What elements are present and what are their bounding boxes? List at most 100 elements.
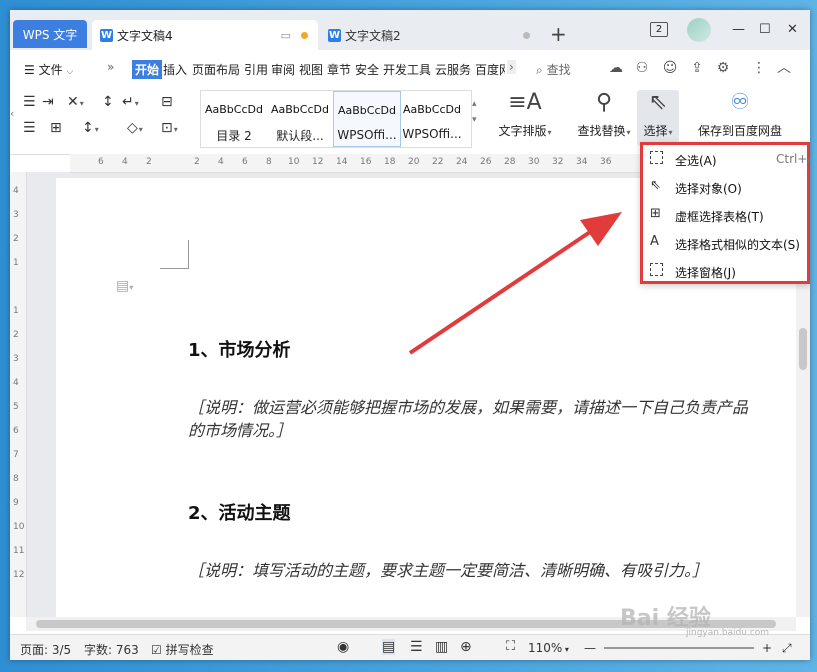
title-bar: WPS 文字 W 文字文稿4 ▭ W 文字文稿2 + 2 — ☐ ✕ [10, 10, 810, 50]
minimize-icon[interactable]: — [732, 22, 745, 37]
paragraph-layout-icon[interactable]: ▤▾ [116, 278, 133, 294]
vertical-scroll-thumb[interactable] [799, 328, 807, 370]
unsaved-dot-icon [301, 31, 308, 39]
find-replace-button[interactable]: ⚲ 查找替换▾ [572, 90, 636, 139]
note-paragraph-2[interactable]: ［说明：填写活动的主题，要求主题一定要简洁、清晰明确、有吸引力。］ [188, 557, 708, 581]
menu-scroll-right-icon[interactable]: › [507, 60, 516, 74]
word-count[interactable]: 字数: 763 [84, 641, 139, 658]
note-paragraph-1[interactable]: ［说明：做运营必须能够把握市场的发展，如果需要，请描述一下自己负责产品 [188, 394, 748, 418]
menu-item-select-object[interactable]: ⇖ 选择对象(O) [643, 173, 807, 201]
tab-title: 文字文稿2 [345, 28, 401, 43]
select-dropdown-menu: 全选(A) Ctrl+A ⇖ 选择对象(O) ⊞ 虚框选择表格(T) A 选择格… [640, 142, 810, 284]
wps-writer-icon: W [328, 28, 341, 42]
chevron-down-icon: ⌵ [66, 67, 74, 77]
cursor-icon: ⇖ [650, 178, 661, 193]
search-icon: ⌕ [536, 63, 543, 77]
search-input[interactable]: ⌕ 查找 [536, 61, 571, 78]
margin-corner-mark [160, 240, 189, 269]
paragraph-mark-icon[interactable]: ↵▾ [122, 94, 139, 112]
line-spacing-icon[interactable]: ↕▾ [82, 120, 99, 138]
select-button[interactable]: ⇖ 选择▾ [637, 90, 679, 146]
fit-page-icon[interactable]: ⛶ [506, 639, 515, 654]
justify-icon[interactable]: ☰ [23, 120, 36, 136]
style-wpsoffice-1[interactable]: AaBbCcDd WPSOffi... [333, 91, 401, 147]
page-indicator[interactable]: 页面: 3/5 [20, 641, 71, 658]
spellcheck-button[interactable]: ☑ 拼写检查 [151, 641, 214, 658]
style-wpsoffice-2[interactable]: AaBbCcDd WPSOffi... [399, 91, 465, 145]
comment-icon[interactable]: ☺ [662, 60, 678, 76]
text-layout-icon: ≡A [508, 90, 542, 115]
zoom-out-icon[interactable]: — [584, 641, 596, 655]
menu-review[interactable]: 审阅 [271, 61, 295, 78]
outline-view-icon[interactable]: ☰ [410, 639, 423, 655]
wps-writer-icon: W [100, 28, 113, 42]
shading-icon[interactable]: ◇▾ [127, 120, 143, 138]
menu-home[interactable]: 开始 [132, 60, 163, 79]
menu-insert[interactable]: 插入 [163, 61, 187, 78]
menu-cloud-service[interactable]: 云服务 [435, 61, 471, 78]
style-scroll-down-icon[interactable]: ▾ [472, 112, 477, 128]
text-layout-button[interactable]: ≡A 文字排版▾ [494, 90, 556, 139]
page-view-icon[interactable]: ▤ [382, 639, 396, 655]
file-menu[interactable]: ☰ 文件 ⌵ [24, 61, 73, 78]
wps-window: WPS 文字 W 文字文稿4 ▭ W 文字文稿2 + 2 — ☐ ✕ ☰ 文件 … [10, 10, 810, 660]
indent-icon[interactable]: ⇥ [42, 94, 54, 110]
more-icon[interactable]: ⋮ [751, 60, 767, 76]
tab-stops-icon[interactable]: ⊟ [161, 94, 173, 110]
close-icon[interactable]: ✕ [787, 22, 798, 37]
menu-security[interactable]: 安全 [355, 61, 379, 78]
tab-document-2[interactable]: W 文字文稿2 [320, 20, 540, 50]
window-count-badge[interactable]: 2 [650, 22, 668, 37]
fullscreen-icon[interactable]: ⤢ [782, 641, 792, 656]
list-icon[interactable]: ☰ [23, 94, 36, 110]
menu-page-layout[interactable]: 页面布局 [192, 61, 240, 78]
distribute-icon[interactable]: ⊞ [50, 120, 62, 136]
menu-baidu[interactable]: 百度网 [475, 61, 505, 78]
menu-developer-tools[interactable]: 开发工具 [383, 61, 431, 78]
menu-item-selection-pane[interactable]: 选择窗格(J) [643, 257, 807, 285]
eye-protection-icon[interactable]: ◉ [337, 639, 349, 655]
heading-activity-theme[interactable]: 2、活动主题 [188, 499, 291, 525]
tab-document-4[interactable]: W 文字文稿4 ▭ [92, 20, 318, 50]
chinese-layout-icon[interactable]: ✕▾ [67, 94, 84, 112]
wps-app-tab[interactable]: WPS 文字 [13, 20, 87, 48]
heading-market-analysis[interactable]: 1、市场分析 [188, 336, 291, 362]
menu-item-select-all[interactable]: 全选(A) Ctrl+A [643, 145, 810, 173]
menu-item-select-table[interactable]: ⊞ 虚框选择表格(T) [643, 201, 807, 229]
tab-title: 文字文稿4 [117, 28, 173, 43]
maximize-icon[interactable]: ☐ [759, 22, 771, 37]
menu-references[interactable]: 引用 [244, 61, 268, 78]
zoom-slider[interactable] [604, 647, 754, 649]
vertical-ruler[interactable]: 4321 1234 5678 9 10 11 12 [10, 172, 27, 617]
baidu-netdisk-icon: ♾ [730, 90, 750, 115]
save-to-baidu-button[interactable]: ♾ 保存到百度网盘 [694, 90, 786, 139]
cloud-sync-icon[interactable]: ☁ [608, 60, 624, 76]
note-paragraph-1-cont[interactable]: 的市场情况。］ [188, 417, 292, 441]
collapse-ribbon-icon[interactable]: ︿ [776, 60, 792, 76]
menu-item-select-similar-format[interactable]: A 选择格式相似的文本(S) [643, 229, 807, 257]
sort-icon[interactable]: ↕ [102, 94, 114, 110]
web-view-icon[interactable]: ⊕ [460, 639, 472, 655]
menu-view[interactable]: 视图 [299, 61, 323, 78]
more-menus-icon[interactable]: » [107, 60, 114, 74]
menu-chapter[interactable]: 章节 [327, 61, 351, 78]
ribbon-scroll-left-icon[interactable]: ‹ [10, 106, 14, 122]
style-toc2[interactable]: AaBbCcDd 目录 2 [201, 91, 267, 145]
border-icon[interactable]: ⊡▾ [161, 120, 178, 138]
avatar[interactable] [687, 18, 711, 42]
selection-pane-icon [650, 263, 664, 277]
new-tab-button[interactable]: + [550, 24, 567, 44]
gear-icon[interactable]: ⚙ [715, 60, 731, 76]
similar-format-icon: A [650, 234, 659, 249]
reading-view-icon[interactable]: ▥ [435, 639, 448, 655]
zoom-level[interactable]: 110% ▾ [528, 641, 569, 655]
hamburger-icon: ☰ [24, 63, 35, 77]
zoom-in-icon[interactable]: + [762, 641, 772, 655]
baidu-watermark-url: jingyan.baidu.com [686, 628, 770, 638]
monitor-icon[interactable]: ▭ [281, 29, 291, 42]
table-select-icon: ⊞ [650, 206, 661, 221]
style-default-paragraph[interactable]: AaBbCcDd 默认段... [267, 91, 333, 145]
share-icon[interactable]: ⇪ [689, 60, 705, 76]
share-user-icon[interactable]: ⚇ [634, 60, 650, 76]
style-scroll-up-icon[interactable]: ▴ [472, 96, 477, 112]
